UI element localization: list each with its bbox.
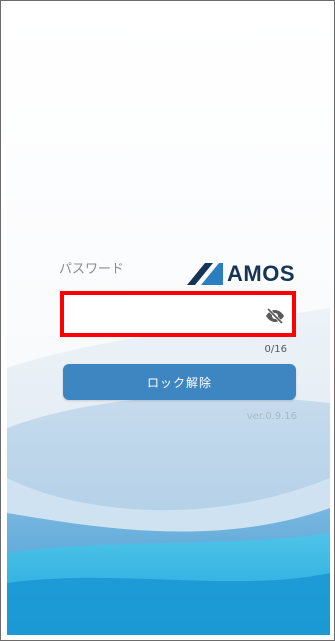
phone-frame: パスワード AMOS 0/16 ロック解除 ver.0.9.16: [0, 0, 335, 641]
password-label: パスワード: [59, 262, 125, 277]
password-input[interactable]: [68, 299, 252, 331]
unlock-button[interactable]: ロック解除: [63, 364, 296, 400]
password-field[interactable]: [60, 291, 296, 337]
lock-screen: パスワード AMOS 0/16 ロック解除 ver.0.9.16: [7, 8, 330, 635]
char-counter: 0/16: [264, 344, 287, 355]
version-label: ver.0.9.16: [246, 411, 297, 422]
eye-slash-icon[interactable]: [265, 308, 285, 324]
amos-logo-mark: [187, 263, 223, 285]
amos-logo: AMOS: [187, 263, 295, 285]
amos-logo-text: AMOS: [227, 261, 295, 286]
